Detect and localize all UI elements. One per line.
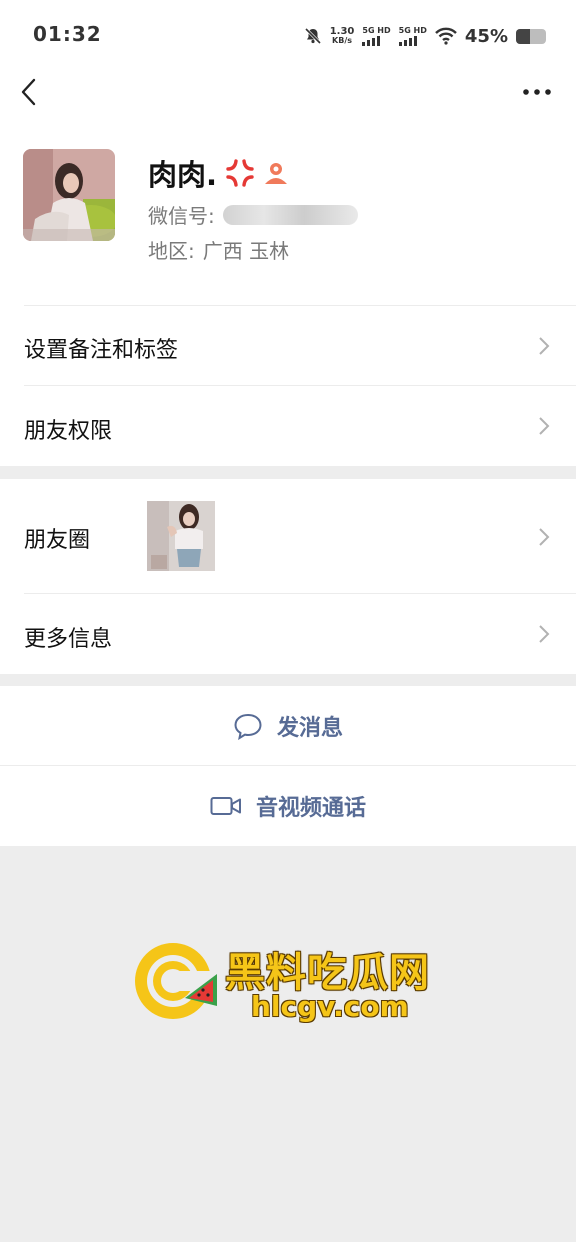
sim2-label: 5G HD <box>398 26 427 35</box>
moments-thumbnail <box>147 501 215 571</box>
sim2-signal: 5G HD <box>398 26 427 46</box>
clock: 01:32 <box>33 22 102 46</box>
watermark-url: hlcgv.com <box>251 990 409 1023</box>
net-speed-value: 1.30 <box>329 26 355 37</box>
chevron-right-icon <box>539 337 550 355</box>
mute-bell-icon <box>304 27 321 45</box>
nav-bar <box>0 64 576 120</box>
profile-header: 肉肉. 微信号: 地区: 广西 玉林 <box>0 120 576 306</box>
contact-person-icon <box>265 163 288 184</box>
friend-permissions-label: 朋友权限 <box>24 419 113 444</box>
more-info-label: 更多信息 <box>24 627 113 652</box>
set-remark-tags-cell[interactable]: 设置备注和标签 <box>0 306 576 386</box>
send-message-button[interactable]: 发消息 <box>0 686 576 766</box>
region-row: 地区: 广西 玉林 <box>148 235 289 264</box>
network-speed: 1.30 KB/s <box>329 26 355 46</box>
battery-percent: 45% <box>464 25 508 47</box>
anger-emoji-icon <box>226 159 254 187</box>
chevron-left-icon <box>21 78 36 106</box>
wechat-id-label: 微信号: <box>148 204 215 228</box>
watermelon-logo-icon <box>135 943 219 1019</box>
back-button[interactable] <box>16 74 46 110</box>
battery-level-fill <box>516 28 530 44</box>
chevron-right-icon <box>539 528 550 546</box>
set-remark-label: 设置备注和标签 <box>24 338 179 363</box>
wechat-id-redacted <box>222 204 358 225</box>
nickname-row: 肉肉. <box>148 152 289 194</box>
more-info-cell[interactable]: 更多信息 <box>0 594 576 674</box>
wifi-icon <box>435 27 457 45</box>
region-value: 广西 玉林 <box>202 239 290 263</box>
chevron-right-icon <box>539 417 550 435</box>
sim1-signal: 5G HD <box>362 26 391 46</box>
chevron-right-icon <box>539 625 550 643</box>
video-camera-icon <box>210 797 241 815</box>
send-message-label: 发消息 <box>276 716 343 741</box>
friend-permissions-cell[interactable]: 朋友权限 <box>0 386 576 466</box>
avatar-photo <box>23 149 115 241</box>
chat-bubble-icon <box>234 713 262 740</box>
avatar[interactable] <box>23 149 115 241</box>
more-dots-icon <box>523 89 551 95</box>
video-call-label: 音视频通话 <box>255 796 366 821</box>
watermark: 黑料吃瓜网 hlcgv.com <box>133 938 453 1028</box>
signal-bars-icon <box>398 36 417 46</box>
region-label: 地区: <box>148 239 195 263</box>
status-bar: 01:32 1.30 KB/s 5G HD 5G HD 45% <box>0 0 576 64</box>
sim1-label: 5G HD <box>362 26 391 35</box>
video-call-button[interactable]: 音视频通话 <box>0 766 576 846</box>
nickname: 肉肉. <box>148 158 218 192</box>
more-button[interactable] <box>522 80 552 104</box>
moments-cell[interactable]: 朋友圈 <box>0 479 576 594</box>
wechat-id-row: 微信号: <box>148 200 358 229</box>
status-icons: 1.30 KB/s 5G HD 5G HD 45% <box>304 22 546 50</box>
battery-icon <box>516 28 546 44</box>
net-speed-unit: KB/s <box>332 36 353 45</box>
signal-bars-icon <box>362 36 381 46</box>
moments-label: 朋友圈 <box>24 528 91 553</box>
